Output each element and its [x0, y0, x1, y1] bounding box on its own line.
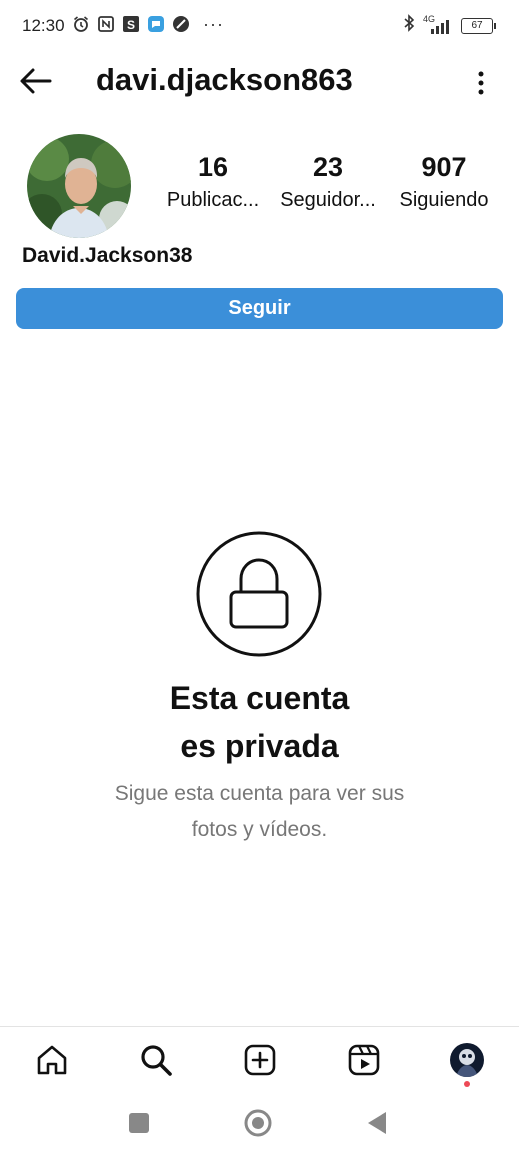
reels-icon — [348, 1044, 380, 1076]
home-circle-icon — [244, 1109, 272, 1137]
system-navigation — [0, 1092, 519, 1152]
status-notification-icons: S ··· — [72, 15, 224, 33]
private-title-line2: es privada — [180, 728, 339, 764]
alarm-icon — [72, 15, 90, 33]
private-account-title: Esta cuenta es privada — [0, 674, 519, 770]
posts-count: 16 — [197, 152, 229, 182]
profile-avatar[interactable] — [27, 134, 131, 238]
following-count: 907 — [421, 152, 467, 182]
status-time: 12:30 — [22, 16, 65, 35]
profile-avatar-small — [450, 1043, 484, 1077]
back-triangle-icon — [368, 1112, 386, 1134]
status-system-icons: 4G 67 — [403, 14, 496, 37]
lock-icon — [196, 531, 322, 657]
private-title-line1: Esta cuenta — [169, 680, 350, 716]
stat-following[interactable]: 907 Siguiendo — [388, 152, 500, 212]
private-subtitle-line1: Sigue esta cuenta para ver sus — [114, 782, 405, 805]
nav-profile[interactable] — [448, 1041, 486, 1079]
display-name: David.Jackson38 — [22, 244, 193, 267]
bottom-navigation — [0, 1026, 519, 1093]
bluetooth-icon — [403, 14, 415, 37]
search-icon — [141, 1045, 172, 1076]
followers-count: 23 — [312, 152, 344, 182]
following-label: Siguiendo — [399, 189, 489, 211]
nav-search[interactable] — [137, 1041, 175, 1079]
app-circle-icon — [172, 15, 190, 33]
stat-posts[interactable]: 16 Publicac... — [157, 152, 269, 212]
chat-app-icon — [147, 15, 165, 33]
add-post-icon — [244, 1044, 276, 1076]
back-button[interactable] — [18, 66, 58, 98]
home-icon — [37, 1045, 67, 1075]
nfc-icon — [97, 15, 115, 33]
nav-home[interactable] — [33, 1041, 71, 1079]
more-vertical-icon — [478, 71, 484, 95]
s-app-icon: S — [122, 15, 140, 33]
back-system-button[interactable] — [362, 1108, 392, 1138]
profile-header: davi.djackson863 — [0, 52, 519, 112]
recents-button[interactable] — [124, 1108, 154, 1138]
nav-reels[interactable] — [345, 1041, 383, 1079]
stat-followers[interactable]: 23 Seguidor... — [272, 152, 384, 212]
more-notifications-icon: ··· — [203, 14, 224, 34]
page-title: davi.djackson863 — [96, 62, 353, 97]
arrow-left-icon — [20, 68, 52, 94]
status-bar: 12:30 S ··· 4G 67 — [0, 0, 519, 52]
battery-icon: 67 — [461, 17, 496, 34]
follow-button[interactable]: Seguir — [16, 288, 503, 329]
notification-dot — [464, 1081, 470, 1087]
private-subtitle-line2: fotos y vídeos. — [191, 818, 328, 841]
posts-label: Publicac... — [166, 189, 260, 211]
follow-button-label: Seguir — [228, 297, 291, 319]
signal-icon: 4G — [423, 14, 453, 35]
svg-text:S: S — [127, 18, 135, 32]
home-system-button[interactable] — [243, 1108, 273, 1138]
nav-create[interactable] — [241, 1041, 279, 1079]
recents-icon — [129, 1113, 149, 1133]
more-options-button[interactable] — [469, 66, 493, 100]
followers-label: Seguidor... — [280, 189, 376, 211]
private-account-subtitle: Sigue esta cuenta para ver sus fotos y v… — [0, 776, 519, 848]
